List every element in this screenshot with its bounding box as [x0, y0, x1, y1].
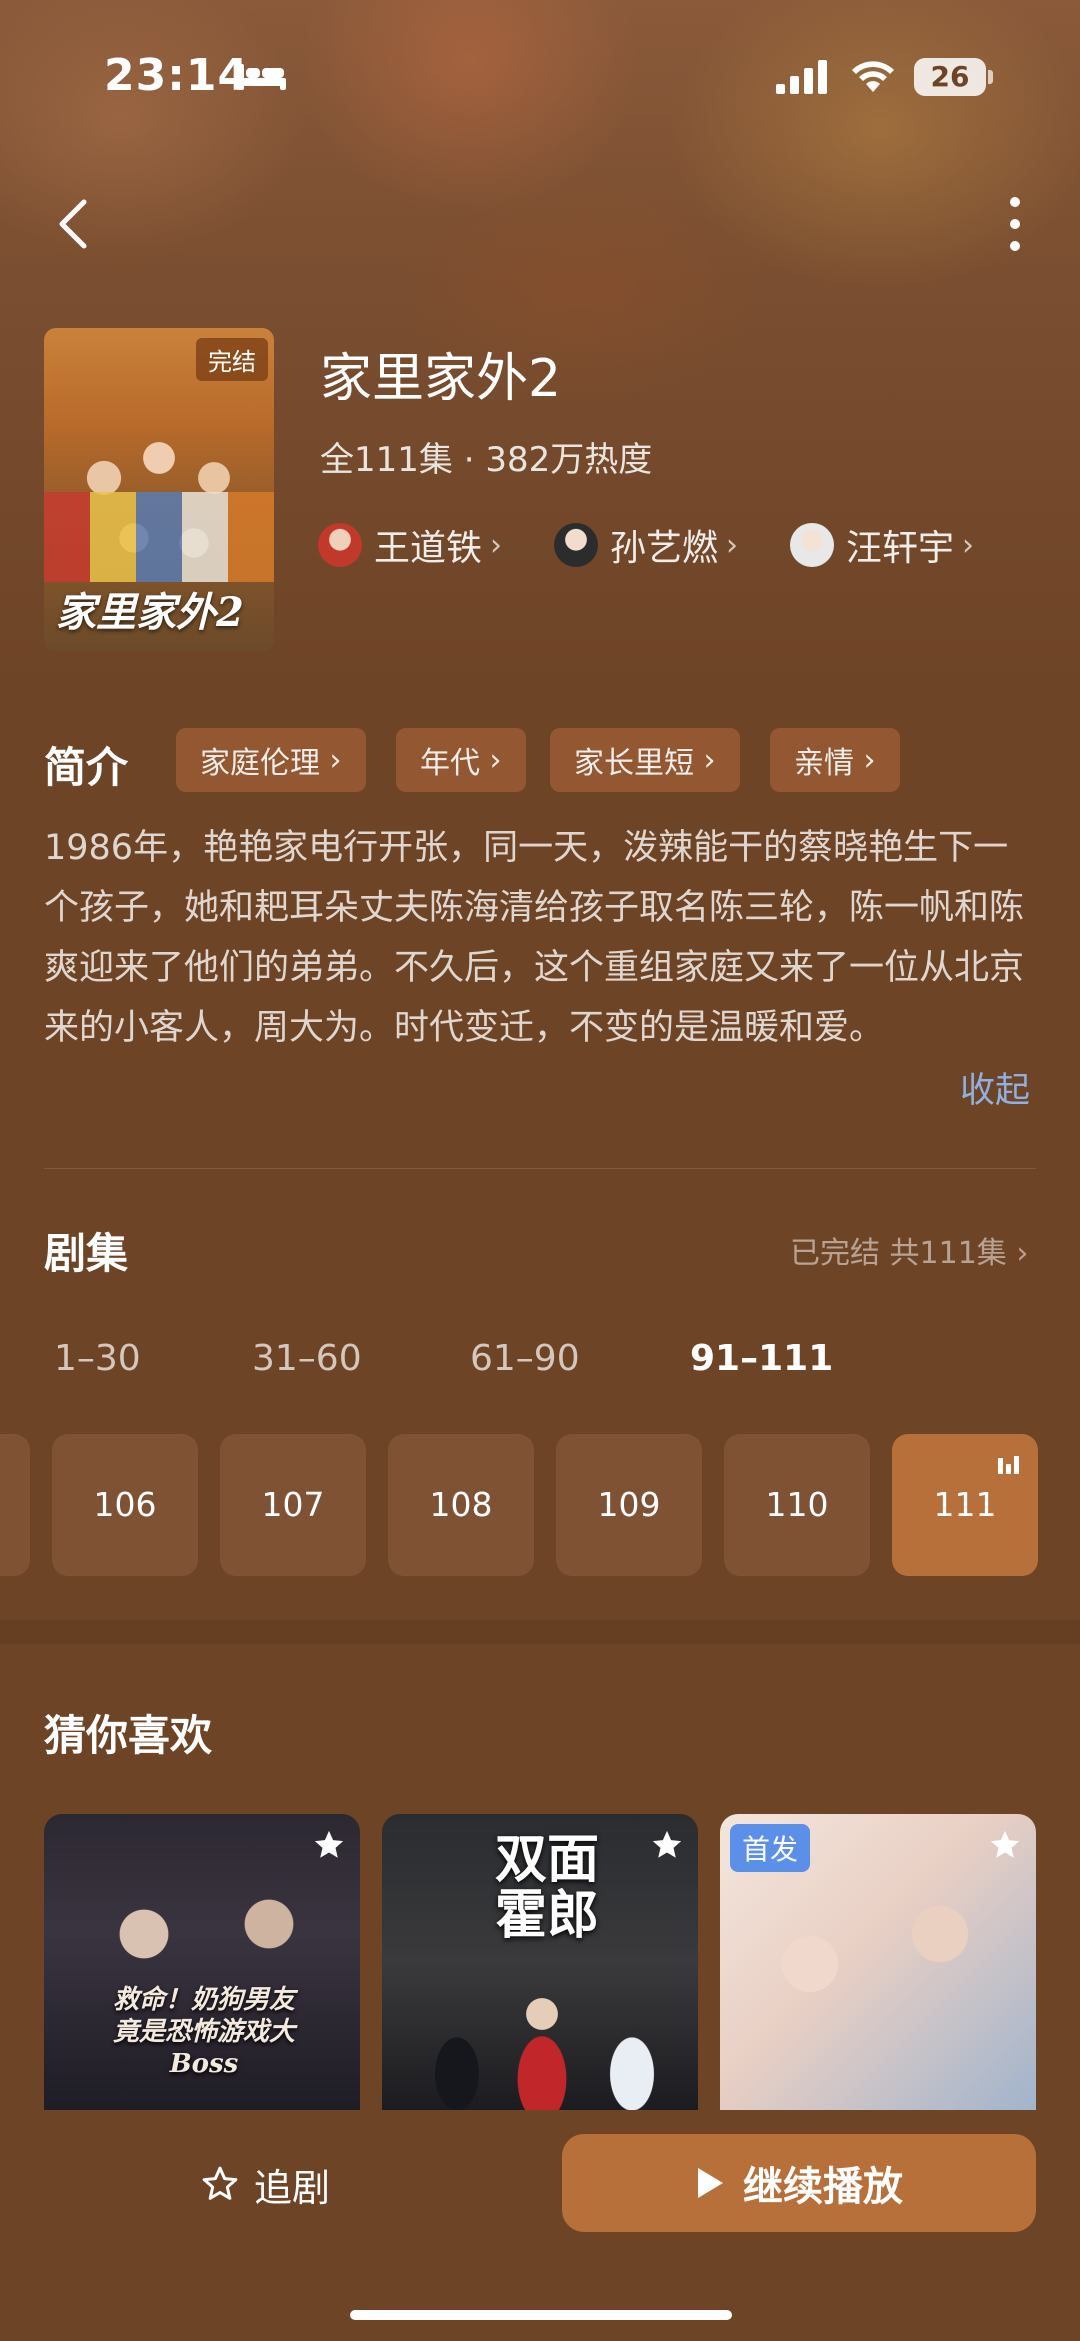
back-icon[interactable]: [50, 196, 94, 252]
follow-label: 追剧: [254, 2165, 331, 2210]
synopsis-text: 1986年，艳艳家电行开张，同一天，泼辣能干的蔡晓艳生下一个孩子，她和耙耳朵丈夫…: [44, 828, 1025, 1048]
chevron-right-icon: ›: [490, 527, 503, 563]
collapse-link[interactable]: 收起: [960, 1062, 1030, 1113]
status-time: 23:14: [104, 50, 250, 101]
continue-playing-button[interactable]: 继续播放: [562, 2134, 1036, 2232]
completed-badge: 完结: [196, 338, 268, 381]
episode-item-partial[interactable]: [0, 1434, 30, 1576]
sleep-focus-icon: [238, 64, 286, 90]
cast-member[interactable]: 孙艺燃 ›: [554, 520, 738, 570]
cast-name: 王道铁: [374, 528, 483, 569]
range-tab[interactable]: 61–90: [470, 1338, 580, 1379]
home-indicator[interactable]: [350, 2310, 732, 2320]
cast-member[interactable]: 汪轩宇 ›: [790, 520, 974, 570]
tag-label: 家庭伦理: [200, 746, 320, 781]
recommend-card[interactable]: 首发: [720, 1814, 1036, 2110]
cast-name: 汪轩宇: [846, 528, 955, 569]
chevron-right-icon: ›: [962, 527, 975, 563]
tag-era[interactable]: 年代 ›: [396, 728, 526, 792]
avatar: [790, 523, 834, 567]
recommend-card[interactable]: 救命！奶狗男友竟是恐怖游戏大Boss: [44, 1814, 360, 2110]
recommend-heading: 猜你喜欢: [44, 1711, 213, 1760]
tag-label: 亲情: [794, 746, 854, 781]
card-poster-title: 双面霍郎: [494, 1829, 599, 1946]
chevron-right-icon: ›: [726, 527, 739, 563]
tag-domestic[interactable]: 家长里短 ›: [550, 728, 740, 792]
episode-item[interactable]: 110: [724, 1434, 870, 1576]
now-playing-icon: [998, 1456, 1019, 1474]
episodes-summary-link[interactable]: 已完结 共111集 ›: [790, 1228, 1028, 1272]
premiere-badge: 首发: [730, 1824, 811, 1872]
card-poster-title: 救命！奶狗男友竟是恐怖游戏大Boss: [112, 1985, 295, 2079]
range-tab[interactable]: 1–30: [54, 1338, 141, 1379]
range-tab[interactable]: 31–60: [252, 1338, 362, 1379]
show-meta: 全111集 · 382万热度: [320, 440, 653, 480]
poster-artwork: [44, 492, 274, 582]
range-tab-active[interactable]: 91–111: [690, 1338, 833, 1379]
continue-label: 继续播放: [743, 2164, 903, 2210]
more-options-icon[interactable]: [1000, 192, 1030, 256]
battery-indicator: 26: [914, 58, 986, 96]
cast-name: 孙艺燃: [610, 528, 719, 569]
follow-button[interactable]: 追剧: [200, 2148, 330, 2220]
episode-item[interactable]: 106: [52, 1434, 198, 1576]
divider: [44, 1168, 1036, 1169]
wifi-icon: [852, 61, 894, 92]
show-title: 家里家外2: [320, 349, 562, 409]
recommend-card[interactable]: 双面霍郎: [382, 1814, 698, 2110]
avatar: [554, 523, 598, 567]
tag-label: 年代: [420, 746, 480, 781]
section-separator: [0, 1620, 1080, 1644]
tag-family-ethics[interactable]: 家庭伦理 ›: [176, 728, 366, 792]
favorite-star-icon[interactable]: [988, 1828, 1022, 1862]
battery-nub: [988, 70, 993, 84]
play-icon: [698, 2168, 723, 2198]
episode-item[interactable]: 109: [556, 1434, 702, 1576]
tag-family-love[interactable]: 亲情 ›: [770, 728, 900, 792]
episodes-heading: 剧集: [44, 1229, 129, 1278]
star-outline-icon: [202, 2166, 238, 2200]
episode-item[interactable]: 108: [388, 1434, 534, 1576]
poster-title: 家里家外2: [56, 589, 244, 636]
tag-label: 家长里短: [574, 746, 694, 781]
favorite-star-icon[interactable]: [312, 1828, 346, 1862]
favorite-star-icon[interactable]: [650, 1828, 684, 1862]
episode-item[interactable]: 107: [220, 1434, 366, 1576]
cellular-signal-icon: [776, 60, 827, 94]
cast-member[interactable]: 王道铁 ›: [318, 520, 502, 570]
intro-heading: 简介: [44, 743, 129, 792]
show-poster: 完结 家里家外2: [44, 328, 274, 652]
avatar: [318, 523, 362, 567]
